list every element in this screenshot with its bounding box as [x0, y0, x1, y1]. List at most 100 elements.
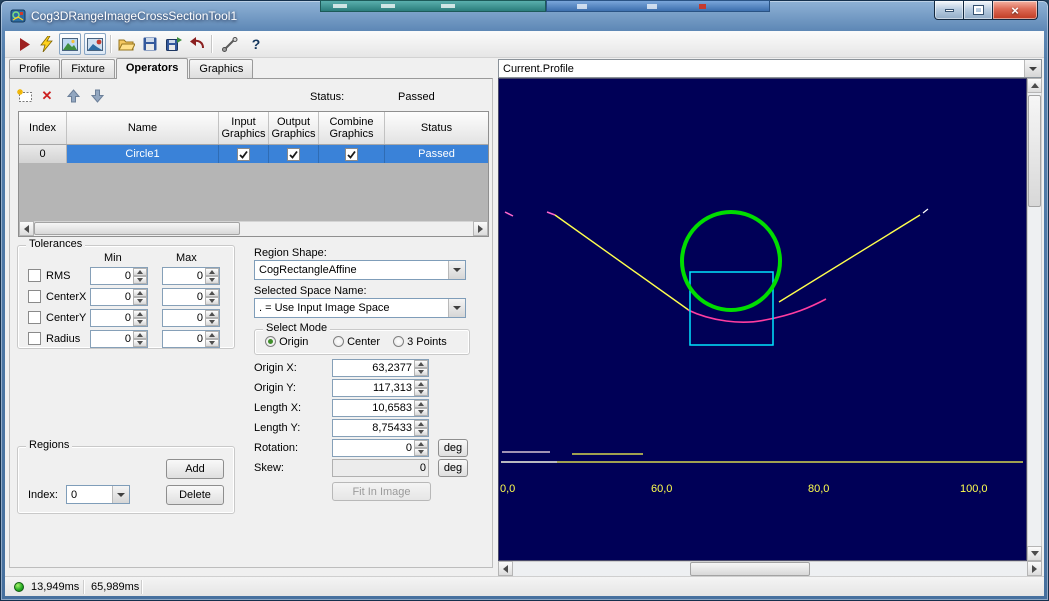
chevron-down-icon[interactable]	[448, 299, 465, 317]
delete-x-icon: ✕	[42, 88, 53, 104]
spinner[interactable]	[414, 380, 428, 396]
spinner[interactable]	[414, 440, 428, 456]
radius-max-input[interactable]: 0	[162, 330, 220, 348]
origin-y-input[interactable]: 117,313	[332, 379, 429, 397]
cell-name[interactable]: Circle1	[67, 145, 219, 163]
centerx-checkbox[interactable]	[28, 290, 41, 303]
scroll-left-button[interactable]	[19, 221, 34, 236]
cell-combine-graphics[interactable]	[319, 145, 385, 163]
radius-checkbox[interactable]	[28, 332, 41, 345]
output-graphics-checkbox[interactable]	[287, 148, 300, 161]
cell-output-graphics[interactable]	[269, 145, 319, 163]
move-up-button[interactable]	[64, 87, 82, 105]
spinner[interactable]	[414, 420, 428, 436]
delete-region-button[interactable]: Delete	[166, 485, 224, 505]
radius-min-input[interactable]: 0	[90, 330, 148, 348]
origin-x-input[interactable]: 63,2377	[332, 359, 429, 377]
skew-deg-button[interactable]: deg	[438, 459, 468, 477]
column-header-index[interactable]: Index	[19, 112, 67, 144]
table-hscrollbar[interactable]	[19, 221, 488, 236]
scroll-left-button[interactable]	[498, 561, 513, 576]
chevron-down-icon[interactable]	[1024, 60, 1041, 77]
save-as-button[interactable]	[163, 33, 185, 55]
scroll-right-button[interactable]	[473, 221, 488, 236]
spinner[interactable]	[133, 331, 147, 347]
spinner[interactable]	[205, 331, 219, 347]
selected-space-combo[interactable]: . = Use Input Image Space	[254, 298, 466, 318]
radio-3points[interactable]: 3 Points	[393, 336, 447, 348]
run-button[interactable]	[13, 33, 35, 55]
fit-in-image-button[interactable]: Fit In Image	[332, 482, 431, 501]
rotation-input[interactable]: 0	[332, 439, 429, 457]
tab-fixture[interactable]: Fixture	[61, 59, 115, 78]
spinner[interactable]	[414, 400, 428, 416]
cell-status[interactable]: Passed	[385, 145, 488, 163]
rms-max-input[interactable]: 0	[162, 267, 220, 285]
profile-display[interactable]: 0,0 60,0 80,0 100,0	[498, 78, 1027, 561]
tab-graphics[interactable]: Graphics	[189, 59, 253, 78]
input-graphics-checkbox[interactable]	[237, 148, 250, 161]
save-button[interactable]	[139, 33, 161, 55]
spinner[interactable]	[414, 360, 428, 376]
delete-operator-button[interactable]: ✕	[38, 87, 56, 105]
table-row[interactable]: 0 Circle1 Passed	[19, 145, 488, 163]
centerx-max-input[interactable]: 0	[162, 288, 220, 306]
centery-checkbox[interactable]	[28, 311, 41, 324]
column-header-combine-graphics[interactable]: Combine Graphics	[319, 112, 385, 144]
scroll-right-button[interactable]	[1027, 561, 1042, 576]
scroll-up-button[interactable]	[1027, 78, 1042, 93]
spinner[interactable]	[205, 289, 219, 305]
spinner[interactable]	[133, 289, 147, 305]
display-last-run-image-toggle[interactable]	[84, 33, 106, 55]
cell-index[interactable]: 0	[19, 145, 67, 163]
combine-graphics-checkbox[interactable]	[345, 148, 358, 161]
cell-input-graphics[interactable]	[219, 145, 269, 163]
region-index-combo[interactable]: 0	[66, 485, 130, 504]
column-header-output-graphics[interactable]: Output Graphics	[269, 112, 319, 144]
column-header-name[interactable]: Name	[67, 112, 219, 144]
minimize-button[interactable]	[934, 1, 964, 20]
scroll-down-button[interactable]	[1027, 546, 1042, 561]
move-down-button[interactable]	[88, 87, 106, 105]
centerx-min-input[interactable]: 0	[90, 288, 148, 306]
spinner[interactable]	[205, 268, 219, 284]
column-header-input-graphics[interactable]: Input Graphics	[219, 112, 269, 144]
add-region-button[interactable]: Add	[166, 459, 224, 479]
close-button[interactable]: ×	[992, 1, 1038, 20]
maximize-button[interactable]	[964, 1, 992, 20]
tab-operators[interactable]: Operators	[116, 58, 189, 79]
chevron-down-icon[interactable]	[448, 261, 465, 279]
pointer-tool-button[interactable]	[219, 33, 241, 55]
radio-origin[interactable]: Origin	[265, 336, 308, 348]
radio-center[interactable]: Center	[333, 336, 380, 348]
chevron-down-icon[interactable]	[112, 486, 129, 503]
select-mode-groupbox: Select Mode Origin Center 3 Points	[254, 329, 470, 355]
display-image-toggle[interactable]	[59, 33, 81, 55]
add-operator-button[interactable]	[16, 87, 34, 105]
centery-min-input[interactable]: 0	[90, 309, 148, 327]
display-selector-combo[interactable]: Current.Profile	[498, 59, 1042, 78]
region-shape-combo[interactable]: CogRectangleAffine	[254, 260, 466, 280]
display-vscrollbar[interactable]	[1027, 78, 1042, 561]
profile-plot[interactable]	[499, 79, 1027, 561]
reset-button[interactable]	[187, 33, 209, 55]
open-file-button[interactable]	[115, 33, 137, 55]
scroll-thumb[interactable]	[1028, 95, 1041, 207]
column-header-status[interactable]: Status	[385, 112, 488, 144]
live-run-button[interactable]	[35, 33, 57, 55]
rms-min-input[interactable]: 0	[90, 267, 148, 285]
operators-table[interactable]: Index Name Input Graphics Output Graphic…	[18, 111, 489, 237]
scroll-thumb[interactable]	[34, 222, 240, 235]
skew-input[interactable]: 0	[332, 459, 429, 477]
spinner[interactable]	[133, 310, 147, 326]
length-y-input[interactable]: 8,75433	[332, 419, 429, 437]
centery-max-input[interactable]: 0	[162, 309, 220, 327]
scroll-thumb[interactable]	[690, 562, 810, 576]
rms-checkbox[interactable]	[28, 269, 41, 282]
spinner[interactable]	[133, 268, 147, 284]
tab-profile[interactable]: Profile	[9, 59, 60, 78]
length-x-input[interactable]: 10,6583	[332, 399, 429, 417]
rotation-deg-button[interactable]: deg	[438, 439, 468, 457]
help-button[interactable]: ?	[245, 33, 267, 55]
spinner[interactable]	[205, 310, 219, 326]
